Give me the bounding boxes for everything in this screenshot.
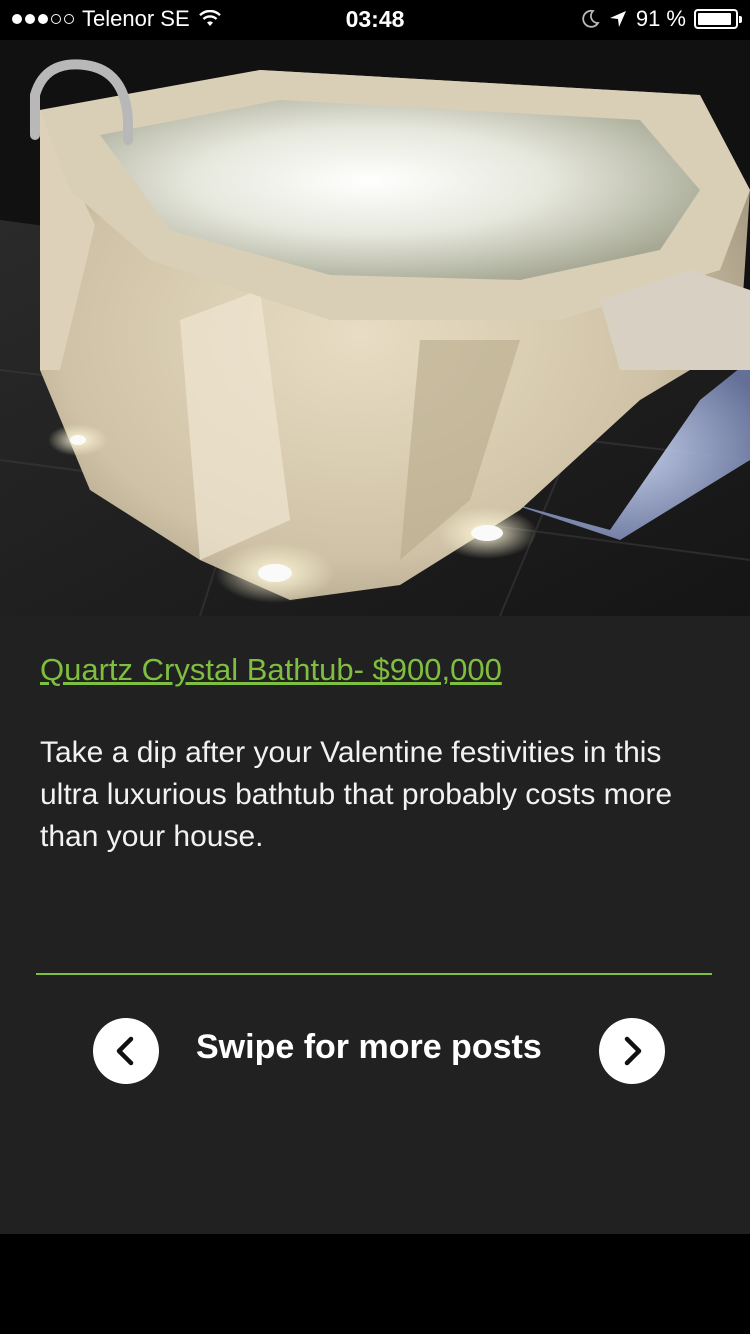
divider xyxy=(36,973,712,975)
hero-image xyxy=(0,40,750,616)
battery-fill xyxy=(698,13,731,25)
previous-post-button[interactable] xyxy=(93,1018,159,1084)
battery-percent: 91 % xyxy=(635,6,686,31)
status-right: 91 % xyxy=(580,6,742,32)
post-panel: Quartz Crystal Bathtub- $900,000 Take a … xyxy=(0,616,750,1234)
battery-icon xyxy=(694,9,742,29)
chevron-left-icon xyxy=(116,1036,134,1066)
status-bar: Telenor SE 03:48 91 % xyxy=(0,0,750,40)
next-post-button[interactable] xyxy=(599,1018,665,1084)
swipe-hint: Swipe for more posts xyxy=(196,1028,542,1066)
swipe-navigation: Swipe for more posts xyxy=(0,1016,750,1086)
bottom-area xyxy=(0,1234,750,1334)
location-arrow-icon xyxy=(609,11,626,27)
post-title-link[interactable]: Quartz Crystal Bathtub- $900,000 xyxy=(40,652,502,688)
moon-icon xyxy=(582,9,600,28)
chevron-right-icon xyxy=(624,1036,642,1066)
post-body: Take a dip after your Valentine festivit… xyxy=(40,736,673,853)
